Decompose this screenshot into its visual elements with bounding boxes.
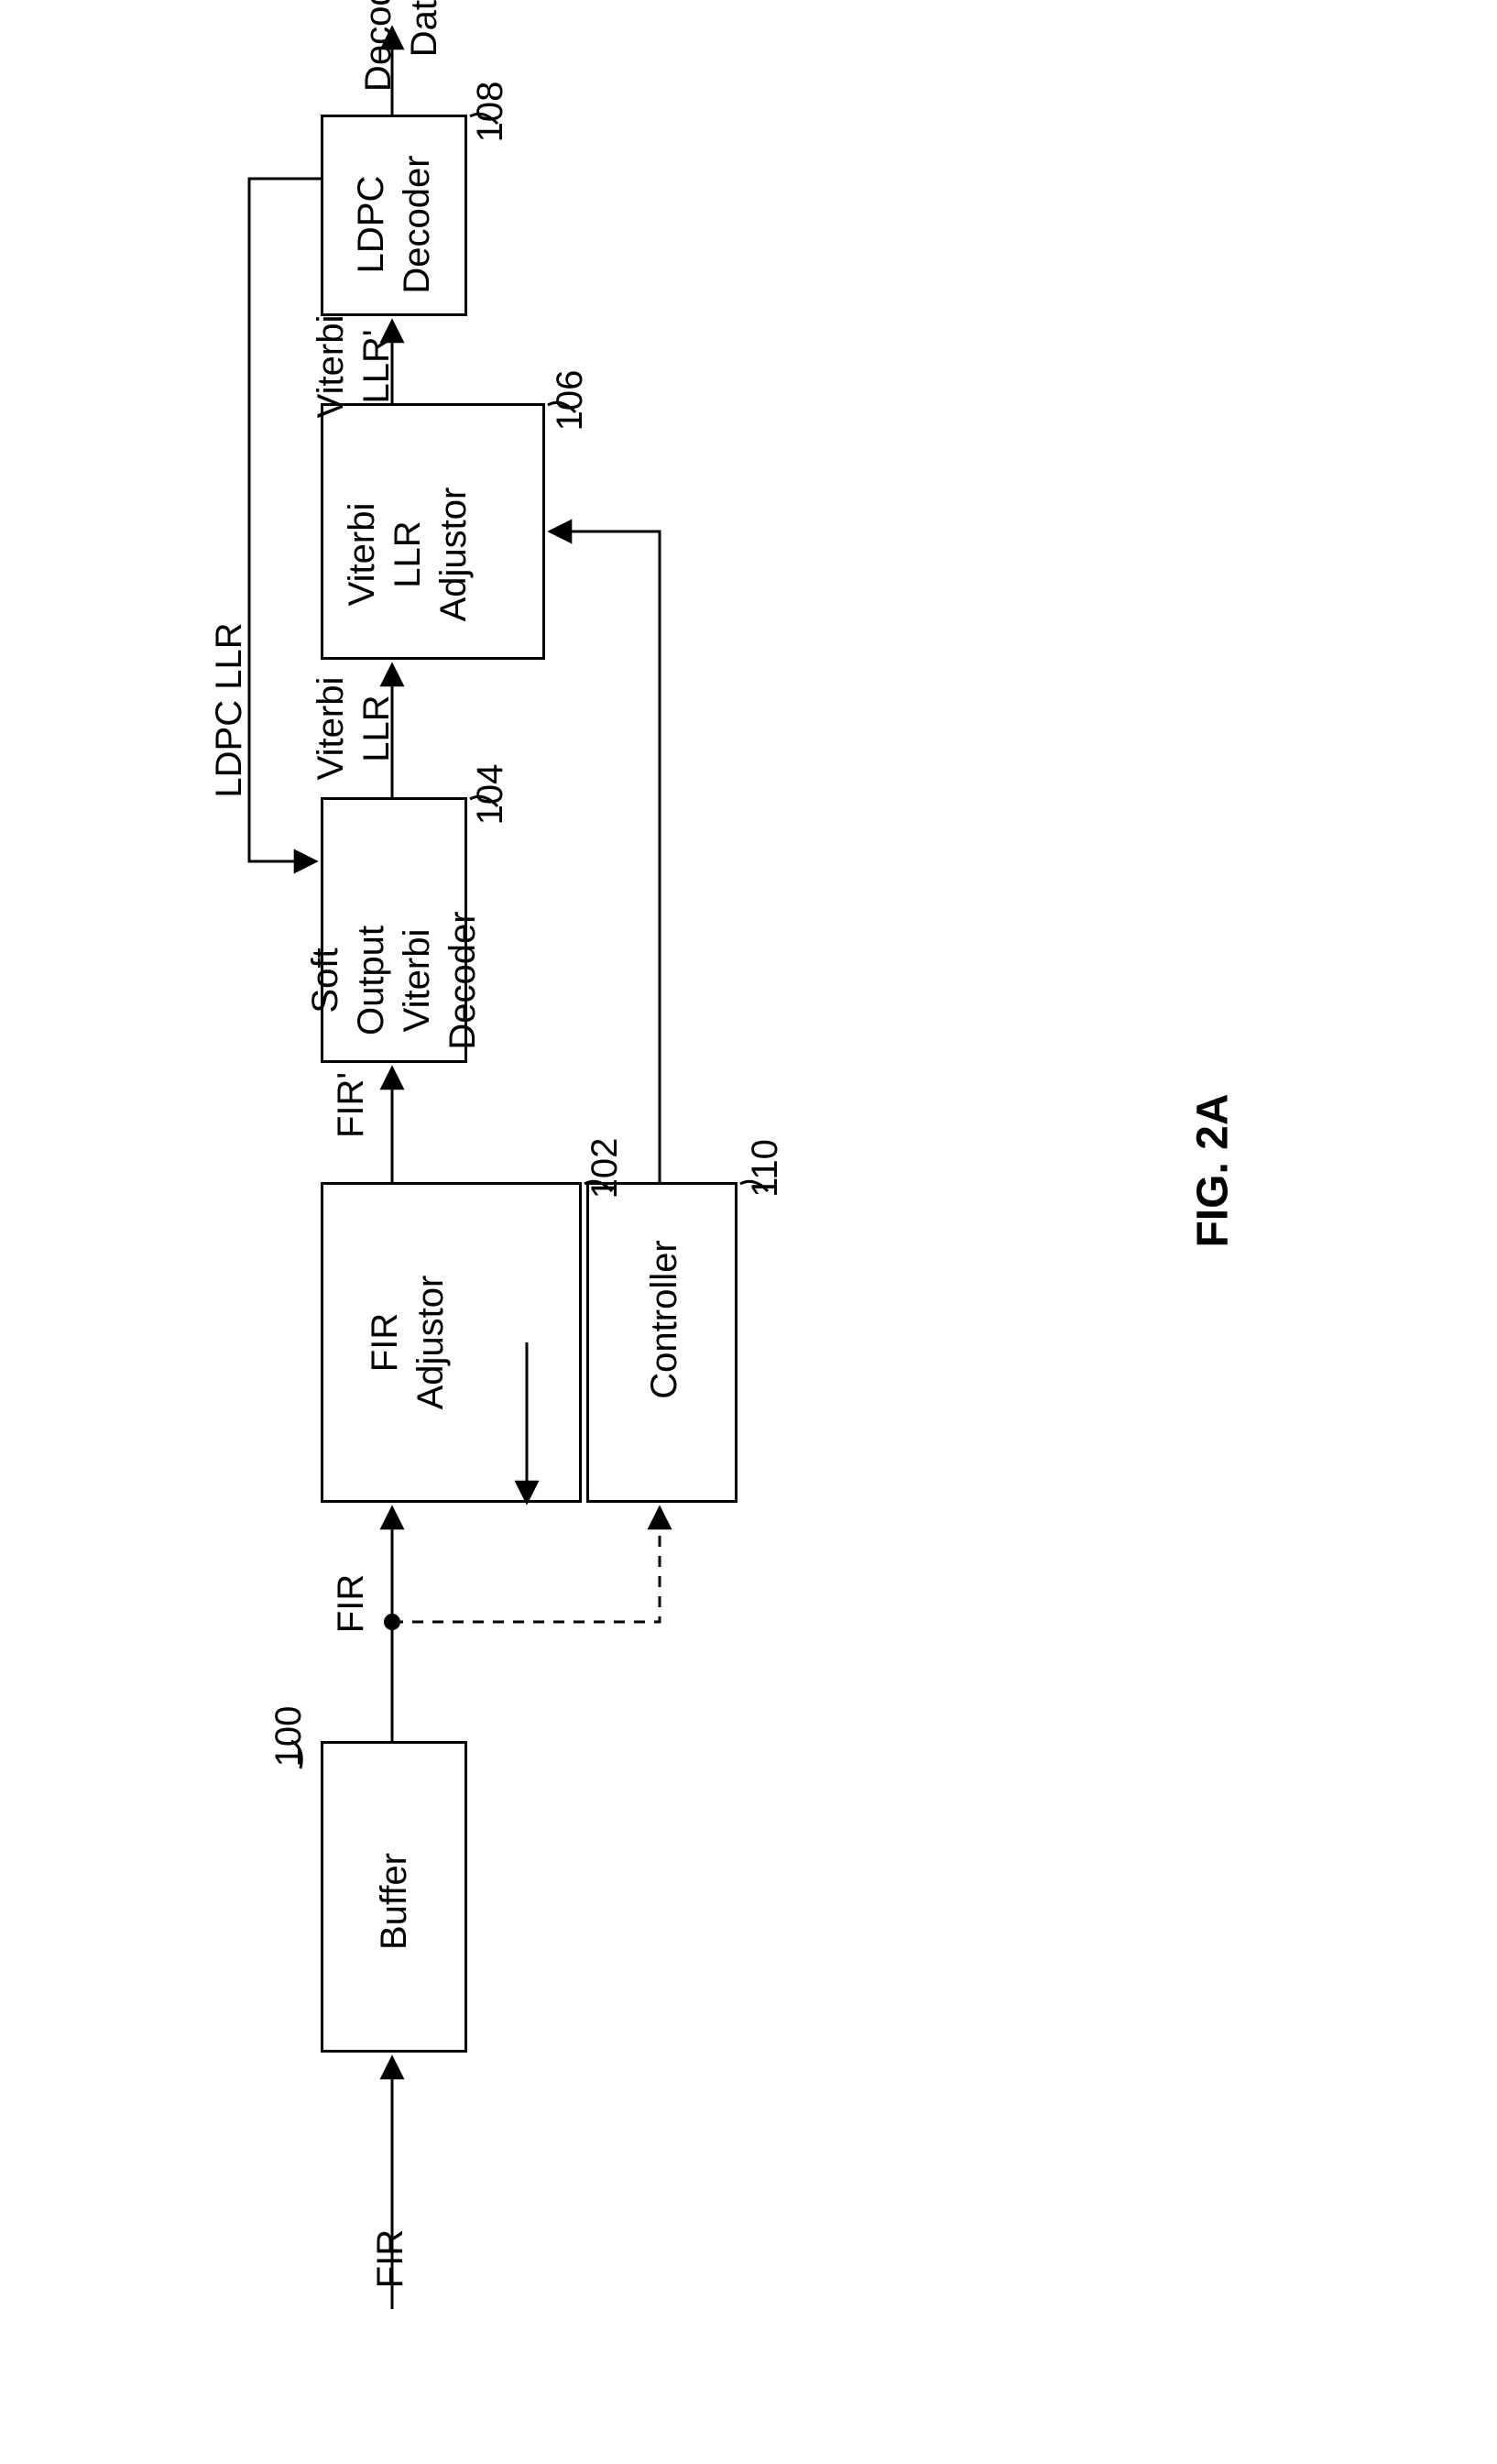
connectors bbox=[0, 0, 1497, 2464]
page: Buffer FIR Adjustor Soft Output Viterbi … bbox=[0, 0, 1497, 2464]
